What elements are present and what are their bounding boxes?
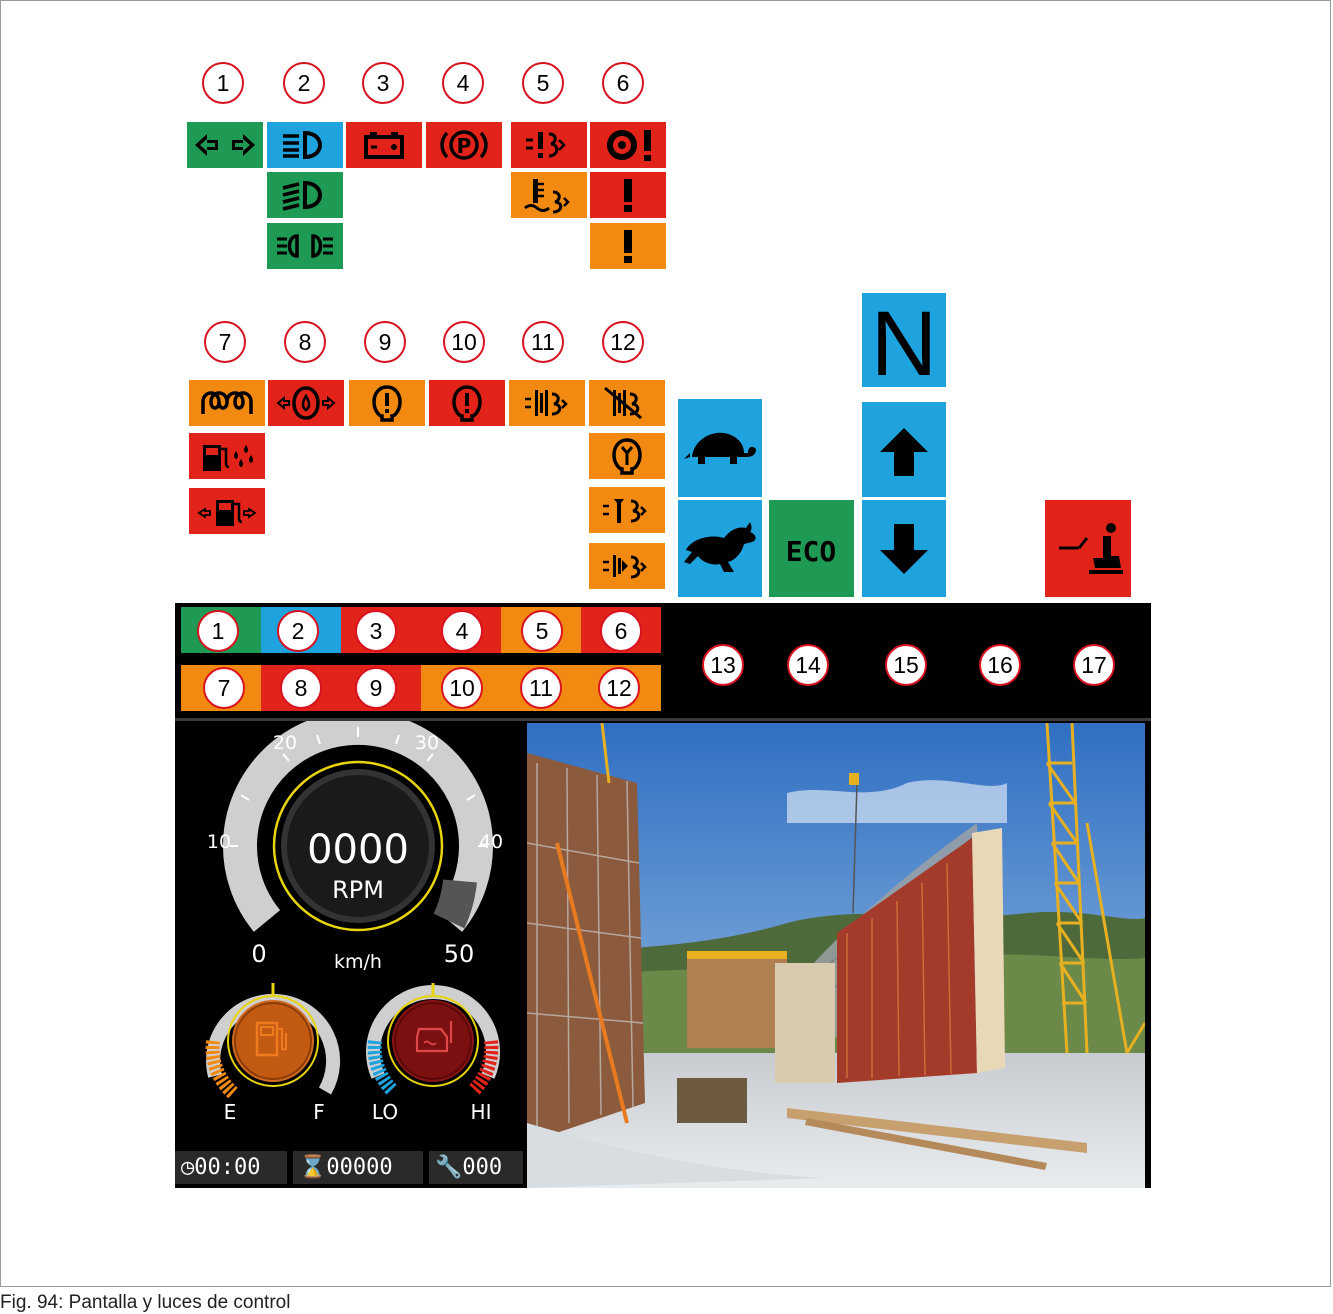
strip-callout-10: 10 (441, 667, 483, 709)
strip-callout-4: 4 (441, 610, 483, 652)
tick-label-50: 50 (444, 940, 475, 968)
strip-callout-3: 3 (355, 610, 397, 652)
temp-high-label: HI (471, 1100, 492, 1124)
hourglass-icon: ⌛ (299, 1155, 327, 1180)
figure-caption: Fig. 94: Pantalla y luces de control (0, 1292, 291, 1313)
water-in-fuel-icon (189, 433, 265, 479)
callout-11: 11 (522, 321, 564, 363)
turtle-slow-mode-icon (678, 399, 762, 497)
speedometer-redzone (433, 878, 477, 929)
seat-belt-seat-contact-icon (1045, 500, 1131, 597)
rabbit-fast-mode-icon (678, 500, 762, 597)
callout-8: 8 (284, 321, 326, 363)
warning-red-icon (590, 172, 666, 218)
engine-oil-pressure-icon (268, 380, 344, 426)
wrench-icon: 🔧 (435, 1155, 463, 1180)
low-beam-icon (267, 172, 343, 218)
clock-icon: ◷ (181, 1155, 195, 1180)
callout-10: 10 (443, 321, 485, 363)
strip-callout-12: 12 (598, 667, 640, 709)
svg-text:ECO: ECO (786, 535, 837, 568)
exhaust-service-icon (589, 487, 665, 533)
fuel-high-label: F (313, 1100, 325, 1124)
svg-text:N: N (871, 293, 937, 387)
fuel-low-label: E (224, 1100, 237, 1124)
turn-signal-icon (187, 122, 263, 168)
temp-low-label: LO (372, 1100, 398, 1124)
tick-label-10: 10 (207, 831, 231, 853)
camera-view-construction-site (527, 723, 1145, 1188)
strip-callout-1: 1 (197, 610, 239, 652)
callout-2: 2 (283, 62, 325, 104)
tire-pressure-warning-icon (590, 122, 666, 168)
battery-icon (346, 122, 422, 168)
high-beam-icon (267, 122, 343, 168)
parking-brake-icon: P (426, 122, 502, 168)
callout-12: 12 (602, 321, 644, 363)
callout-14: 14 (787, 644, 829, 686)
tick-label-20: 20 (273, 732, 297, 754)
callout-15: 15 (885, 644, 927, 686)
strip-callout-2: 2 (277, 610, 319, 652)
service-readout: 🔧000 (429, 1151, 523, 1184)
neutral-gear-indicator: N (862, 293, 946, 395)
exhaust-regeneration-icon (589, 543, 665, 589)
strip-callout-11: 11 (520, 667, 562, 709)
engine-fault-icon (349, 380, 425, 426)
glow-plug-icon (189, 380, 265, 426)
side-lights-icon (267, 223, 343, 269)
strip-callout-8: 8 (280, 667, 322, 709)
callout-6: 6 (602, 62, 644, 104)
eco-mode-indicator: ECO (769, 500, 854, 597)
svg-text:P: P (457, 134, 472, 158)
clock-readout: ◷00:00 (175, 1151, 287, 1184)
particle-filter-icon (509, 380, 585, 426)
callout-1: 1 (202, 62, 244, 104)
tick-label-30: 30 (415, 732, 439, 754)
reverse-direction-icon (862, 500, 946, 597)
callout-3: 3 (362, 62, 404, 104)
strip-callout-9: 9 (355, 667, 397, 709)
coolant-temperature-icon (511, 172, 587, 218)
engine-failure-icon (429, 380, 505, 426)
callout-16: 16 (979, 644, 1021, 686)
strip-callout-5: 5 (521, 610, 563, 652)
exhaust-warning-icon (511, 122, 587, 168)
gauge-panel: 20 30 10 40 0 50 km/h 0000 RPM E F LO HI (205, 721, 503, 1124)
hours-readout: ⌛00000 (293, 1151, 423, 1184)
warning-orange-icon (590, 223, 666, 269)
callout-13: 13 (702, 644, 744, 686)
callout-9: 9 (364, 321, 406, 363)
rpm-value: 0000 (307, 827, 409, 873)
speed-unit: km/h (334, 951, 382, 973)
filter-disabled-icon (589, 380, 665, 426)
strip-callout-7: 7 (203, 667, 245, 709)
forward-direction-icon (862, 402, 946, 497)
tick-label-40: 40 (479, 831, 503, 853)
engine-service-icon (589, 433, 665, 479)
callout-17: 17 (1073, 644, 1115, 686)
fuel-gauge: E F (205, 983, 341, 1124)
fuel-filter-icon (189, 488, 265, 534)
tick-label-0: 0 (251, 940, 266, 968)
strip-callout-6: 6 (600, 610, 642, 652)
callout-7: 7 (204, 321, 246, 363)
temperature-gauge: LO HI (366, 983, 500, 1124)
callout-4: 4 (442, 62, 484, 104)
rpm-unit: RPM (332, 876, 384, 904)
callout-5: 5 (522, 62, 564, 104)
